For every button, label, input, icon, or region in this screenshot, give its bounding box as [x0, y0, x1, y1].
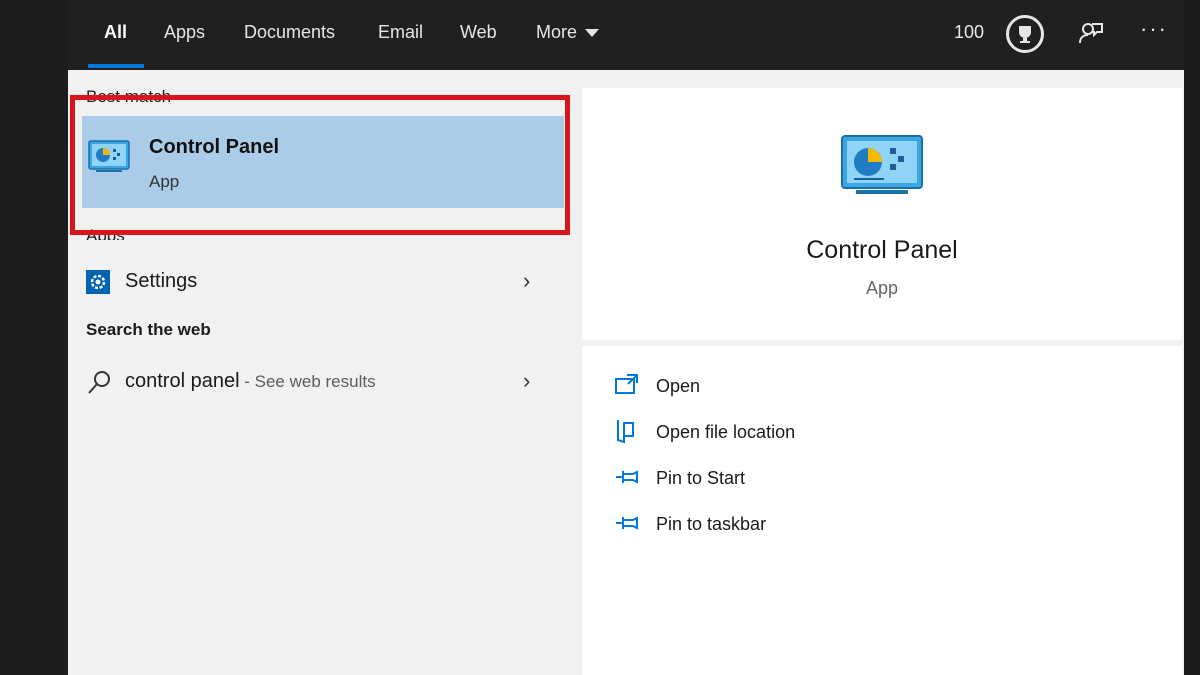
action-pin-to-taskbar-label: Pin to taskbar: [656, 514, 767, 534]
rewards-points: 100: [954, 22, 985, 42]
open-icon: [614, 372, 640, 403]
pin-icon: [614, 464, 640, 495]
more-options-icon[interactable]: ···: [1140, 16, 1168, 42]
left-edge-strip: [0, 0, 68, 675]
settings-label: Settings: [125, 270, 198, 292]
detail-header: Control Panel App: [582, 88, 1182, 340]
chevron-right-icon[interactable]: ›: [523, 368, 530, 394]
web-result-text: control panel - See web results: [125, 370, 376, 393]
feedback-icon[interactable]: [1078, 20, 1104, 51]
tab-all[interactable]: All: [104, 0, 127, 70]
action-open-file-location-label: Open file location: [656, 422, 796, 442]
best-match-control-panel[interactable]: Control Panel App: [82, 116, 564, 208]
action-pin-to-start-label: Pin to Start: [656, 468, 746, 488]
chevron-down-icon: [585, 29, 600, 38]
detail-title: Control Panel: [806, 236, 958, 264]
active-tab-indicator: [88, 64, 144, 68]
detail-actions: Open Open file location Pin to Start Pin…: [582, 346, 1182, 675]
web-result-hint: - See web results: [239, 372, 376, 391]
tab-documents[interactable]: Documents: [244, 0, 335, 70]
tab-more[interactable]: More: [536, 0, 600, 70]
list-item-settings[interactable]: Settings ›: [82, 262, 564, 302]
best-match-subtitle: App: [149, 172, 180, 191]
search-icon: [86, 370, 112, 401]
search-filter-bar: All Apps Documents Email Web More 100 ··…: [68, 0, 1184, 70]
best-match-title: Control Panel: [149, 136, 280, 158]
tab-apps[interactable]: Apps: [164, 0, 205, 70]
action-open-label: Open: [656, 376, 701, 396]
search-web-heading: Search the web: [86, 320, 211, 339]
file-location-icon: [614, 418, 640, 449]
chevron-right-icon[interactable]: ›: [523, 268, 530, 294]
web-search-result[interactable]: control panel - See web results ›: [82, 362, 564, 402]
control-panel-icon: [88, 140, 130, 177]
pin-icon: [614, 510, 640, 541]
best-match-heading: Best match: [86, 87, 172, 104]
tab-web[interactable]: Web: [460, 0, 497, 70]
tab-email[interactable]: Email: [378, 0, 423, 70]
trophy-icon[interactable]: [1006, 15, 1044, 53]
control-panel-icon: [840, 134, 924, 201]
web-query: control panel: [125, 370, 240, 392]
tab-more-label: More: [536, 22, 578, 42]
settings-gear-icon: [86, 270, 110, 299]
detail-subtitle: App: [865, 278, 899, 298]
apps-heading: Apps: [86, 226, 125, 240]
